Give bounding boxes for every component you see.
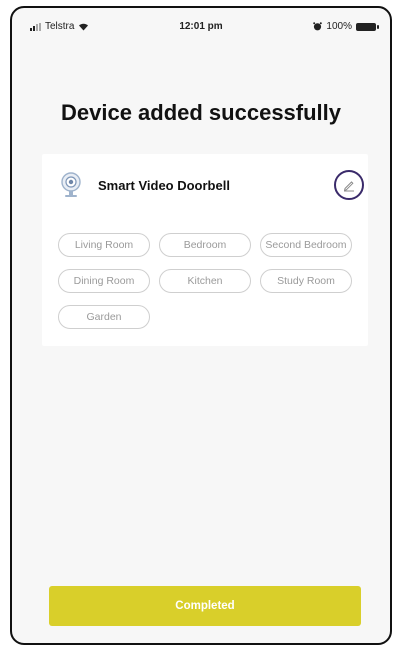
device-card: Smart Video Doorbell Living Room Bedroom…	[42, 154, 368, 346]
room-chip-second-bedroom[interactable]: Second Bedroom	[260, 233, 352, 257]
room-chip-kitchen[interactable]: Kitchen	[159, 269, 251, 293]
device-name: Smart Video Doorbell	[98, 177, 230, 193]
camera-icon	[61, 172, 81, 197]
battery-icon	[356, 22, 379, 31]
room-chip-dining-room[interactable]: Dining Room	[58, 269, 150, 293]
battery-percent: 100%	[326, 21, 352, 32]
room-chip-bedroom[interactable]: Bedroom	[159, 233, 251, 257]
room-chip-living-room[interactable]: Living Room	[58, 233, 150, 257]
room-chip-garden[interactable]: Garden	[58, 305, 150, 329]
status-bar: Telstra 12:01 pm 100%	[12, 8, 390, 44]
pencil-icon	[343, 181, 354, 192]
alarm-icon	[313, 22, 323, 31]
page-title: Device added successfully	[60, 100, 342, 125]
status-right: 100%	[313, 21, 379, 32]
phone-screen: Telstra 12:01 pm 100% Device added succe…	[10, 6, 392, 645]
room-chip-study-room[interactable]: Study Room	[260, 269, 352, 293]
completed-button[interactable]: Completed	[49, 586, 361, 626]
device-header: Smart Video Doorbell	[60, 170, 368, 200]
edit-device-button[interactable]	[334, 170, 364, 200]
